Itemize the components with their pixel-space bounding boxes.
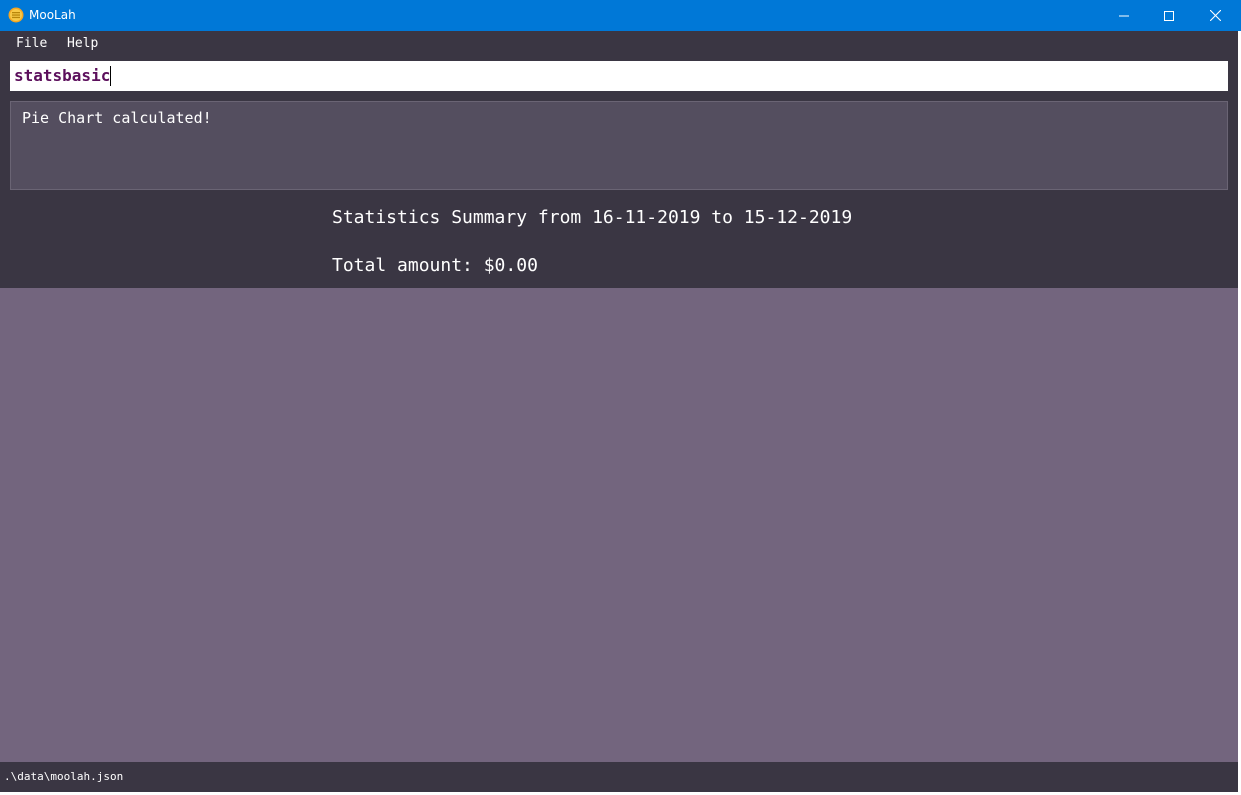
- maximize-button[interactable]: [1146, 0, 1192, 31]
- close-icon: [1209, 10, 1221, 21]
- result-message: Pie Chart calculated!: [22, 109, 212, 127]
- minimize-icon: [1119, 15, 1129, 16]
- pie-chart-area: [0, 288, 1238, 762]
- text-caret: [110, 66, 112, 86]
- result-display[interactable]: Pie Chart calculated!: [10, 101, 1228, 190]
- command-value: statsbasic: [14, 66, 111, 85]
- command-box[interactable]: statsbasic: [10, 61, 1228, 91]
- maximize-icon: [1164, 10, 1174, 21]
- window-title: MooLah: [29, 8, 76, 22]
- status-bar: .\data\moolah.json: [0, 762, 1238, 792]
- stats-summary-title: Statistics Summary from 16-11-2019 to 15…: [332, 207, 853, 228]
- menu-help[interactable]: Help: [67, 37, 98, 51]
- stats-total-amount: Total amount: $0.00: [332, 255, 538, 276]
- save-file-path: .\data\moolah.json: [4, 770, 124, 783]
- app-window: MooLah File Help statsbasic Pie Chart ca…: [0, 0, 1241, 795]
- menu-bar: File Help: [0, 31, 1238, 57]
- menu-file[interactable]: File: [16, 37, 47, 51]
- command-input-text[interactable]: statsbasic: [14, 66, 112, 86]
- close-button[interactable]: [1192, 0, 1238, 31]
- title-bar[interactable]: MooLah: [0, 0, 1241, 31]
- moolah-app-icon: [8, 7, 24, 23]
- minimize-button[interactable]: [1101, 0, 1147, 31]
